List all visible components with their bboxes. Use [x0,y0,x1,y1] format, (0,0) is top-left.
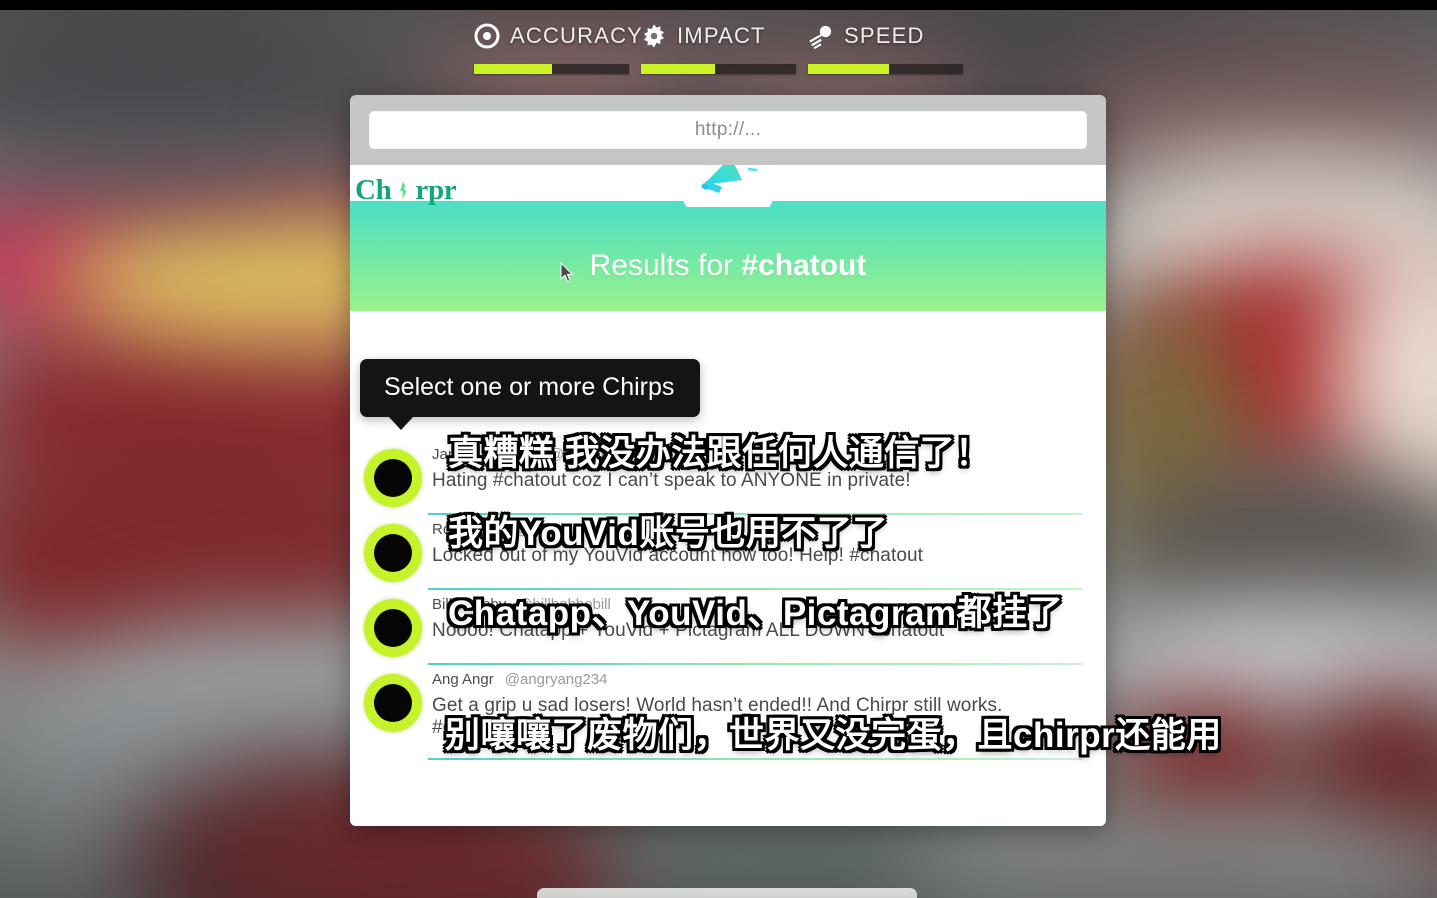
browser-window: http://... Ch rpr Results for #chatout S… [350,95,1106,826]
chirp-item[interactable]: Billy Bobby @billbobbobill Noooo! Chatap… [358,590,1092,662]
chirp-author-handle: @angryang234 [504,671,608,688]
mouse-cursor [560,261,574,283]
chirp-author-handle: @billbobbobill [517,596,611,613]
chirp-item[interactable]: Ang Angr @angryang234 Get a grip u sad l… [358,665,1092,757]
chirp-text: Get a grip u sad losers! World hasn’t en… [432,694,1003,738]
chirp-text: Noooo! Chatapp + YouVid + Pictagram ALL … [432,619,945,641]
screen-root: ACCURACY IMPACT SPEED http://... Ch rpr … [0,0,1437,898]
avatar [364,449,422,507]
webpage-viewport: Ch rpr Results for #chatout Select one o… [350,165,1106,826]
avatar [364,674,422,732]
bottom-panel-peek [537,888,917,898]
chirp-author-name: Janine Pasticho [432,446,538,463]
browser-toolbar: http://... [350,95,1106,165]
chirp-item[interactable]: Rohi Roho @r0h0 Locked out of my YouVid … [358,515,1092,587]
tooltip-text: Select one or more Chirps [384,373,675,401]
banner-title: Results for #chatout [350,249,1106,283]
avatar [364,524,422,582]
chirp-divider [428,758,1082,760]
bird-icon [391,174,415,206]
chirpr-logo[interactable]: Ch rpr [355,174,457,207]
chirp-author-name: Rohi Roho [432,521,503,538]
avatar [364,599,422,657]
banner-title-prefix: Results for [589,249,742,282]
chirp-item[interactable]: Janine Pasticho @janpan18k Hating #chato… [358,440,1092,512]
logo-text-post: rpr [415,174,457,206]
url-input[interactable]: http://... [369,111,1087,149]
logo-text-pre: Ch [355,174,392,206]
chirp-text: Locked out of my YouVid account now too!… [432,544,924,566]
top-letterbox-band [0,0,1437,10]
tooltip-select-chirps: Select one or more Chirps [360,359,701,430]
chirp-author-name: Ang Angr [432,671,494,688]
megaphone-icon [689,165,767,201]
chirp-results-list: Janine Pasticho @janpan18k Hating #chato… [350,440,1106,760]
results-banner: Results for #chatout [350,201,1106,311]
chirp-author-handle: @r0h0 [513,521,560,538]
banner-hashtag: #chatout [741,249,867,282]
chirp-author-name: Billy Bobby [432,596,507,613]
url-placeholder: http://... [694,119,762,140]
chirp-author-handle: @janpan18k [548,446,634,463]
chirp-text: Hating #chatout coz I can’t speak to ANY… [432,469,911,491]
